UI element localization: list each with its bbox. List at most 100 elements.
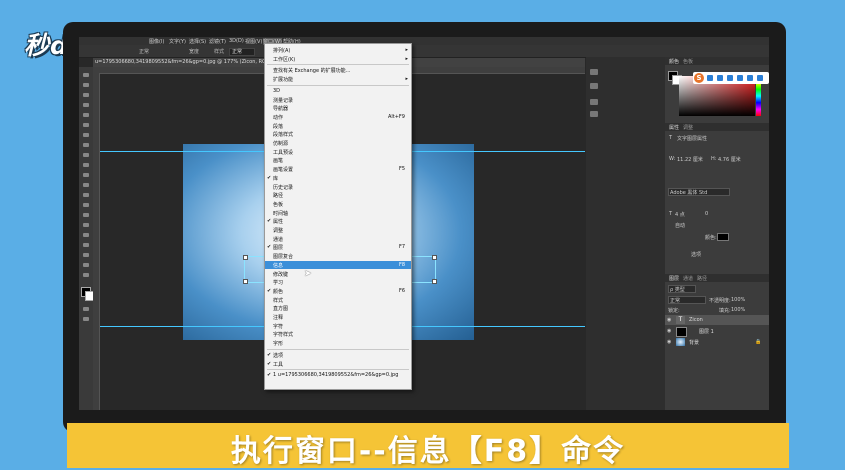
leading-value[interactable]: 0 <box>705 211 708 217</box>
more-tools-icon[interactable] <box>83 273 89 277</box>
opacity-value[interactable]: 100% <box>731 297 745 303</box>
menu-item[interactable]: 工作区(K) ▸ <box>265 55 411 63</box>
eyedropper-tool-icon[interactable] <box>83 123 89 127</box>
move-tool-icon[interactable] <box>83 73 89 77</box>
menu-item[interactable]: 排列(A) ▸ <box>265 46 411 54</box>
ime-skin-icon[interactable] <box>747 75 753 81</box>
layer-row-text[interactable]: ◉ T Zicon <box>665 315 769 325</box>
font-size-value[interactable]: 4 点 <box>675 211 685 218</box>
crop-tool-icon[interactable] <box>83 113 89 117</box>
brush-tool-icon[interactable] <box>83 143 89 147</box>
transform-handle[interactable] <box>432 279 437 284</box>
menu-type[interactable]: 文字(Y) <box>169 38 186 45</box>
stamp-tool-icon[interactable] <box>83 153 89 157</box>
fill-value[interactable]: 100% <box>731 307 745 313</box>
tab-adjustments[interactable]: 调整 <box>683 124 693 131</box>
menu-item[interactable]: 时间轴 <box>265 209 411 217</box>
type-tool-icon[interactable] <box>83 223 89 227</box>
menu-item[interactable]: ✔ 颜色 F6 <box>265 287 411 295</box>
shape-tool-icon[interactable] <box>83 243 89 247</box>
marquee-tool-icon[interactable] <box>83 83 89 87</box>
transform-handle[interactable] <box>432 255 437 260</box>
menu-item[interactable]: 直方图 <box>265 304 411 312</box>
tab-swatches[interactable]: 色板 <box>683 58 693 65</box>
hand-tool-icon[interactable] <box>83 253 89 257</box>
transform-handle[interactable] <box>243 279 248 284</box>
transform-handle[interactable] <box>243 255 248 260</box>
visibility-eye-icon[interactable]: ◉ <box>667 328 671 334</box>
menu-view[interactable]: 视图(V) <box>245 38 262 45</box>
menu-item[interactable]: 路径 <box>265 191 411 199</box>
menu-item[interactable]: 通道 <box>265 235 411 243</box>
dodge-tool-icon[interactable] <box>83 203 89 207</box>
menu-item[interactable]: 色板 <box>265 200 411 208</box>
menu-item[interactable]: 测量记录 <box>265 96 411 104</box>
tab-color[interactable]: 颜色 <box>669 58 679 65</box>
menu-item[interactable]: ✔ 库 <box>265 174 411 182</box>
blur-tool-icon[interactable] <box>83 193 89 197</box>
visibility-eye-icon[interactable]: ◉ <box>667 317 671 323</box>
layer-row-layer1[interactable]: ◉ 图层 1 <box>665 326 769 337</box>
menu-item[interactable]: ✔ 选项 <box>265 351 411 359</box>
menu-item[interactable]: ✔ 1 u=1795306680,3419809552&fm=26&gp=0.jp… <box>265 371 411 379</box>
quick-mask-icon[interactable] <box>83 307 89 311</box>
menu-item[interactable]: 样式 <box>265 296 411 304</box>
history-brush-tool-icon[interactable] <box>83 163 89 167</box>
menu-item[interactable]: 3D <box>265 87 411 95</box>
menu-item[interactable]: 工具预设 <box>265 148 411 156</box>
tracking-value[interactable]: 自动 <box>675 222 685 229</box>
magic-wand-tool-icon[interactable] <box>83 103 89 107</box>
visibility-eye-icon[interactable]: ◉ <box>667 339 671 345</box>
menu-item[interactable]: ✔ 图层 F7 <box>265 243 411 251</box>
menu-item[interactable]: 字符 <box>265 322 411 330</box>
menu-3d[interactable]: 3D(D) <box>229 38 244 44</box>
menu-item[interactable]: 字符样式 <box>265 330 411 338</box>
menu-item[interactable]: 注释 <box>265 313 411 321</box>
character-panel-icon[interactable] <box>590 99 598 105</box>
menu-image[interactable]: 图像(I) <box>149 38 164 45</box>
ime-logo-icon[interactable]: S <box>694 73 704 83</box>
menu-item[interactable]: 字形 <box>265 339 411 347</box>
menu-item[interactable]: 画笔设置 F5 <box>265 165 411 173</box>
pen-tool-icon[interactable] <box>83 213 89 217</box>
tab-layers[interactable]: 图层 <box>669 275 679 282</box>
menu-item[interactable]: 段落 <box>265 122 411 130</box>
menu-item[interactable]: 导航器 <box>265 104 411 112</box>
menu-item[interactable]: 调整 <box>265 226 411 234</box>
height-value[interactable]: 4.76 厘米 <box>718 156 741 163</box>
eraser-tool-icon[interactable] <box>83 173 89 177</box>
menu-item[interactable]: ✔ 属性 <box>265 217 411 225</box>
history-panel-icon[interactable] <box>590 69 598 75</box>
lasso-tool-icon[interactable] <box>83 93 89 97</box>
gradient-tool-icon[interactable] <box>83 183 89 187</box>
text-color-swatch[interactable] <box>717 233 729 241</box>
menu-item[interactable]: 动作 Alt+F9 <box>265 113 411 121</box>
width-value[interactable]: 11.22 厘米 <box>677 156 703 163</box>
tab-properties[interactable]: 属性 <box>669 124 679 131</box>
screen-mode-icon[interactable] <box>83 317 89 321</box>
menu-item[interactable]: 画笔 <box>265 156 411 164</box>
ime-voice-icon[interactable] <box>727 75 733 81</box>
zoom-tool-icon[interactable] <box>83 263 89 267</box>
menu-item[interactable]: 信息 F8 <box>265 260 411 269</box>
menu-item[interactable]: 历史记录 <box>265 183 411 191</box>
layer-row-background[interactable]: ◉ 背景 🔒 <box>665 337 769 347</box>
info-panel-icon[interactable] <box>590 83 598 89</box>
tab-paths[interactable]: 路径 <box>697 275 707 282</box>
menu-item[interactable]: 图层复合 <box>265 252 411 260</box>
menu-item[interactable]: 扩展功能 ▸ <box>265 75 411 83</box>
heal-tool-icon[interactable] <box>83 133 89 137</box>
ime-tools-icon[interactable] <box>757 75 763 81</box>
paragraph-panel-icon[interactable] <box>590 111 598 117</box>
menu-filter[interactable]: 滤镜(T) <box>209 38 226 45</box>
menu-select[interactable]: 选择(S) <box>189 38 206 45</box>
menu-item[interactable]: 查找有关 Exchange 的扩展功能... <box>265 66 411 74</box>
tab-channels[interactable]: 通道 <box>683 275 693 282</box>
path-select-tool-icon[interactable] <box>83 233 89 237</box>
ime-emoji-icon[interactable] <box>717 75 723 81</box>
menu-item[interactable]: 仿制源 <box>265 139 411 147</box>
more-options-button[interactable]: 选项 <box>691 251 701 258</box>
ime-keyboard-icon[interactable] <box>737 75 743 81</box>
menu-item[interactable]: 学习 <box>265 278 411 286</box>
menu-item[interactable]: 段落样式 <box>265 130 411 138</box>
